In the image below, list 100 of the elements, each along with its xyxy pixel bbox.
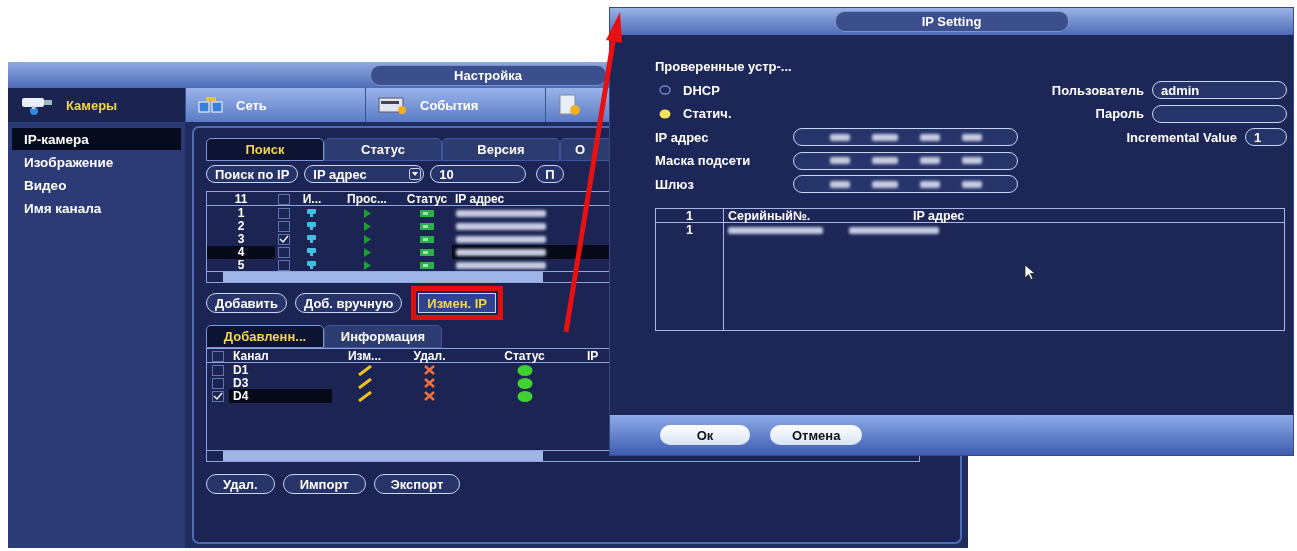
tab[interactable]: Статус	[324, 138, 442, 161]
blurred-value	[871, 157, 898, 165]
column-header: IP	[587, 349, 600, 363]
checked-checkbox[interactable]	[277, 233, 290, 245]
camera-icon	[306, 247, 318, 257]
tab[interactable]: Версия	[442, 138, 560, 161]
column-header: Прос...	[346, 192, 388, 206]
table-cell-text: 5	[236, 258, 246, 272]
field-label: Incremental Value	[1126, 129, 1237, 145]
blurred-value	[961, 180, 982, 188]
ip-input-field[interactable]	[793, 175, 1018, 194]
sidebar-item[interactable]: Видео	[12, 174, 181, 196]
radio[interactable]	[659, 85, 671, 96]
action-button[interactable]: Доб. вручную	[294, 293, 403, 313]
blurred-value	[919, 180, 940, 188]
blurred-value	[829, 133, 850, 141]
username-field[interactable]: admin	[1152, 81, 1287, 100]
radio-option[interactable]: Статич.	[655, 106, 1025, 122]
camera-status-icon	[420, 235, 434, 243]
field-label: IP адрес	[655, 129, 710, 145]
caret-icon	[409, 168, 422, 180]
sidebar-item[interactable]: Изображение	[12, 151, 181, 173]
checkbox[interactable]	[277, 193, 290, 205]
tab[interactable]: Информация	[324, 325, 442, 348]
checkbox[interactable]	[277, 220, 290, 232]
camera-icon	[306, 221, 318, 231]
blurred-value	[961, 133, 982, 141]
ip-input-field[interactable]	[793, 128, 1018, 147]
status-dot-icon	[516, 390, 533, 402]
table-cell-text: 3	[236, 232, 246, 246]
action-button[interactable]: Добавить	[206, 293, 287, 313]
column-header: 11	[233, 192, 249, 206]
increment-field[interactable]: 1	[1245, 128, 1287, 147]
column-header: Удал.	[412, 349, 447, 363]
pencil-icon[interactable]	[357, 390, 372, 402]
checked-checkbox[interactable]	[212, 390, 224, 402]
checkbox[interactable]	[212, 350, 224, 362]
camera-status-icon	[420, 222, 434, 230]
column-header: Статус	[503, 349, 546, 363]
field-label: Пароль	[1095, 106, 1144, 122]
radio-option[interactable]: DHCP	[655, 82, 1025, 98]
blurred-value	[871, 133, 898, 141]
table-cell: D4	[229, 389, 332, 403]
tab[interactable]: Добавленн...	[206, 325, 324, 348]
filter-dropdown[interactable]: IP адрес	[304, 165, 425, 183]
camera-icon	[306, 234, 318, 244]
column-header: Статус	[405, 192, 449, 206]
dialog-button[interactable]: Ок	[660, 425, 750, 445]
blurred-value	[829, 180, 850, 188]
checkbox[interactable]	[212, 377, 224, 389]
field-label: Шлюз	[655, 176, 695, 192]
delete-icon[interactable]	[424, 391, 435, 401]
checkbox[interactable]	[277, 207, 290, 219]
table-cell: 4	[207, 245, 275, 259]
column-header: Канал	[232, 349, 270, 363]
field-label: Пользователь	[1051, 82, 1144, 98]
action-button[interactable]: Удал.	[206, 474, 275, 494]
tab[interactable]: Поиск	[206, 138, 324, 161]
checkbox[interactable]	[277, 259, 290, 271]
blurred-value	[961, 157, 982, 165]
dialog-title: IP Setting	[834, 11, 1069, 32]
action-button[interactable]: Импорт	[282, 474, 366, 494]
sidebar-item[interactable]: Имя канала	[12, 197, 181, 219]
delete-icon[interactable]	[424, 378, 435, 388]
pencil-icon[interactable]	[357, 377, 372, 389]
button[interactable]: П	[536, 165, 564, 183]
sidebar-item[interactable]: IP-камера	[12, 128, 181, 150]
camera-status-icon	[420, 261, 434, 269]
checkbox[interactable]	[212, 364, 224, 376]
blurred-value	[871, 180, 898, 188]
camera-status-icon	[420, 248, 434, 256]
camera-icon	[306, 260, 318, 270]
camera-icon	[306, 208, 318, 218]
section-label: Проверенные устр-...	[655, 59, 793, 75]
pencil-icon[interactable]	[357, 364, 372, 376]
table-cell-text: D1	[232, 363, 250, 377]
column-header: IP адрес	[913, 209, 965, 222]
dialog-button[interactable]: Отмена	[770, 425, 863, 445]
status-dot-icon	[516, 364, 533, 376]
field-label: Маска подсети	[655, 153, 752, 169]
blurred-value	[919, 133, 940, 141]
count-field[interactable]: 10	[430, 165, 527, 183]
checkbox[interactable]	[277, 246, 290, 258]
delete-icon[interactable]	[424, 365, 435, 375]
camera-status-icon	[420, 209, 434, 217]
menu-tab[interactable]: Камеры	[8, 88, 185, 122]
password-field[interactable]	[1152, 104, 1287, 123]
ip-input-field[interactable]	[793, 151, 1018, 170]
table-cell-text: 1	[236, 206, 246, 220]
search-ip-button[interactable]: Поиск по IP	[206, 165, 299, 183]
selected-radio[interactable]	[659, 108, 671, 119]
selected-row[interactable]: D4	[207, 389, 919, 402]
column-header: Изм...	[346, 349, 383, 363]
action-button[interactable]: Экспорт	[373, 474, 461, 494]
cursor-icon	[1024, 264, 1036, 280]
window-title: Настройка	[369, 64, 607, 86]
column-header: 1	[656, 209, 724, 223]
events-icon	[378, 95, 408, 115]
column-header: И...	[301, 192, 323, 206]
column-header: Серийный№.	[728, 209, 812, 222]
